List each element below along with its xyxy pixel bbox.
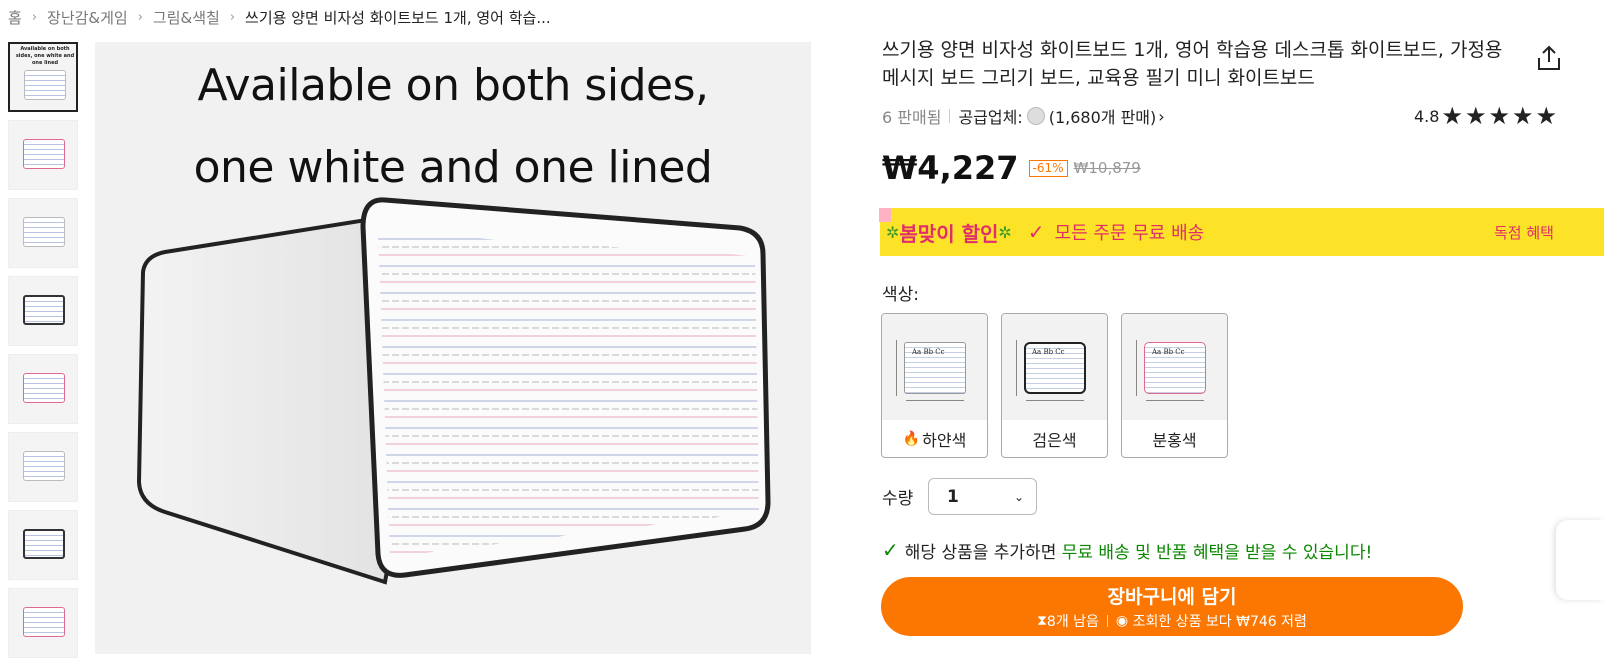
quantity-select[interactable]: 1 ⌄ bbox=[928, 478, 1037, 515]
promo-badge-text: 봄맞이 할인 bbox=[899, 221, 999, 246]
spring-sale-badge: ✲ 봄맞이 할인 ✲ bbox=[886, 218, 1012, 247]
main-product-image[interactable]: Available on both sides, one white and o… bbox=[95, 42, 811, 654]
swatch-text: Aa Bb Cc bbox=[912, 348, 945, 356]
thumbnail-3[interactable] bbox=[8, 198, 78, 268]
sold-count: 6 판매됨 bbox=[882, 108, 942, 127]
dimension-line bbox=[896, 340, 897, 396]
thumbnail-board bbox=[23, 139, 65, 169]
color-option-label: 분홍색 bbox=[1122, 420, 1227, 457]
free-shipping-text: 모든 주문 무료 배송 bbox=[1054, 223, 1205, 244]
chevron-right-icon: › bbox=[229, 9, 236, 25]
chevron-right-icon[interactable]: › bbox=[1158, 107, 1164, 126]
side-panel-tab[interactable] bbox=[1556, 520, 1604, 600]
cart-subinfo: ⧗ 8개 남음 ◉ 조회한 상품 보다 ₩746 저렴 bbox=[881, 611, 1463, 631]
thumbnail-2[interactable] bbox=[8, 120, 78, 190]
free-shipping-benefit: ✓ 해당 상품을 추가하면 무료 배송 및 반품 혜택을 받을 수 있습니다! bbox=[882, 538, 1373, 563]
thumbnail-7[interactable] bbox=[8, 510, 78, 580]
discount-badge: -61% bbox=[1028, 159, 1068, 177]
thumbnail-8[interactable] bbox=[8, 588, 78, 658]
swatch-text: Aa Bb Cc bbox=[1152, 348, 1185, 356]
check-icon: ✓ bbox=[882, 538, 899, 562]
supplier-label: 공급업체: bbox=[958, 108, 1023, 127]
dimension-line bbox=[1136, 340, 1137, 396]
thumbnail-4[interactable] bbox=[8, 276, 78, 346]
eye-icon: ◉ bbox=[1115, 613, 1133, 629]
thumbnail-caption: Available on both sides, one white and o… bbox=[15, 46, 75, 66]
color-name: 검은색 bbox=[1032, 430, 1077, 450]
supplier-logo[interactable] bbox=[1026, 107, 1045, 125]
color-option-black[interactable]: Aa Bb Cc 검은색 bbox=[1001, 313, 1108, 458]
thumbnail-5[interactable] bbox=[8, 354, 78, 424]
thumbnail-6[interactable] bbox=[8, 432, 78, 502]
whiteboard-illustration bbox=[136, 197, 771, 585]
swatch-text: Aa Bb Cc bbox=[1032, 348, 1065, 356]
quantity-value: 1 bbox=[947, 486, 959, 507]
check-icon: ✓ bbox=[1027, 220, 1045, 244]
share-icon-svg bbox=[1538, 45, 1560, 70]
color-label: 색상: bbox=[882, 285, 920, 305]
dimension-line bbox=[1026, 400, 1084, 401]
swatch-image: Aa Bb Cc bbox=[1122, 314, 1227, 420]
price-row: ₩4,227 -61% ₩10,879 bbox=[882, 148, 1141, 188]
color-option-white[interactable]: Aa Bb Cc 🔥 하얀색 bbox=[881, 313, 988, 458]
dimension-line bbox=[1016, 340, 1017, 396]
divider bbox=[949, 109, 951, 123]
swatch-image: Aa Bb Cc bbox=[882, 314, 987, 420]
hourglass-icon: ⧗ bbox=[1037, 613, 1047, 629]
product-title: 쓰기용 양면 비자성 화이트보드 1개, 영어 학습용 데스크톱 화이트보드, … bbox=[882, 39, 1503, 89]
benefit-highlight: 무료 배송 및 반품 혜택을 받을 수 있습니다! bbox=[1061, 542, 1373, 563]
stock-left: 8개 남음 bbox=[1046, 614, 1099, 630]
benefit-prefix: 해당 상품을 추가하면 bbox=[904, 542, 1057, 563]
breadcrumb: 홈 › 장난감&게임 › 그림&색칠 › 쓰기용 양면 비자성 화이트보드 1개… bbox=[8, 6, 551, 28]
rating-value: 4.8 bbox=[1414, 106, 1440, 126]
sale-price: ₩4,227 bbox=[882, 149, 1019, 187]
add-to-cart-label: 장바구니에 담기 bbox=[1107, 586, 1237, 608]
color-swatches: Aa Bb Cc 🔥 하얀색 Aa Bb Cc 검은색 Aa Bb Cc 분홍색 bbox=[881, 313, 1241, 458]
color-option-label: 검은색 bbox=[1002, 420, 1107, 457]
thumbnail-board bbox=[24, 70, 66, 100]
thumbnail-board bbox=[23, 607, 65, 637]
color-name: 하얀색 bbox=[922, 430, 967, 450]
original-price: ₩10,879 bbox=[1073, 159, 1141, 177]
thumbnail-board bbox=[23, 451, 65, 481]
thumbnail-board bbox=[23, 295, 65, 325]
breadcrumb-category-toys[interactable]: 장난감&게임 bbox=[47, 7, 128, 28]
quantity-label: 수량 bbox=[882, 489, 914, 509]
product-meta: 6 판매됨 공급업체: (1,680개 판매) › bbox=[882, 104, 1165, 128]
share-icon[interactable] bbox=[1536, 44, 1562, 72]
promo-banner[interactable]: ✲ 봄맞이 할인 ✲ ✓ 모든 주문 무료 배송 독점 혜택 bbox=[879, 208, 1604, 256]
color-option-label: 🔥 하얀색 bbox=[882, 420, 987, 457]
breadcrumb-category-drawing[interactable]: 그림&색칠 bbox=[153, 7, 220, 28]
chevron-right-icon: › bbox=[31, 9, 38, 25]
fire-icon: 🔥 bbox=[902, 430, 921, 447]
chevron-right-icon: › bbox=[137, 9, 143, 25]
thumbnail-1[interactable]: Available on both sides, one white and o… bbox=[8, 42, 78, 112]
thumbnail-board bbox=[23, 373, 65, 403]
leaf-icon: ✲ bbox=[886, 222, 900, 242]
exclusive-benefit-link[interactable]: 독점 혜택 bbox=[1494, 222, 1554, 243]
thumbnail-board bbox=[23, 217, 65, 247]
supplier-sales[interactable]: (1,680개 판매) bbox=[1049, 104, 1157, 128]
dimension-line bbox=[1146, 400, 1204, 401]
rating[interactable]: 4.8 ★★★★★ bbox=[1414, 102, 1560, 130]
price-compare: 조회한 상품 보다 ₩746 저렴 bbox=[1132, 614, 1307, 630]
star-rating-icon: ★★★★★ bbox=[1441, 102, 1560, 130]
chevron-down-icon: ⌄ bbox=[1013, 489, 1024, 504]
color-option-pink[interactable]: Aa Bb Cc 분홍색 bbox=[1121, 313, 1228, 458]
leaf-icon: ✲ bbox=[998, 222, 1012, 242]
promo-tab bbox=[879, 208, 891, 222]
divider bbox=[1106, 615, 1108, 627]
add-to-cart-button[interactable]: 장바구니에 담기 ⧗ 8개 남음 ◉ 조회한 상품 보다 ₩746 저렴 bbox=[881, 577, 1463, 636]
dimension-line bbox=[906, 400, 964, 401]
breadcrumb-current: 쓰기용 양면 비자성 화이트보드 1개, 영어 학습... bbox=[245, 8, 551, 27]
swatch-image: Aa Bb Cc bbox=[1002, 314, 1107, 420]
thumbnail-board bbox=[23, 529, 65, 559]
breadcrumb-home[interactable]: 홈 bbox=[8, 7, 22, 28]
thumbnail-list: Available on both sides, one white and o… bbox=[8, 42, 78, 665]
color-name: 분홍색 bbox=[1152, 430, 1197, 450]
